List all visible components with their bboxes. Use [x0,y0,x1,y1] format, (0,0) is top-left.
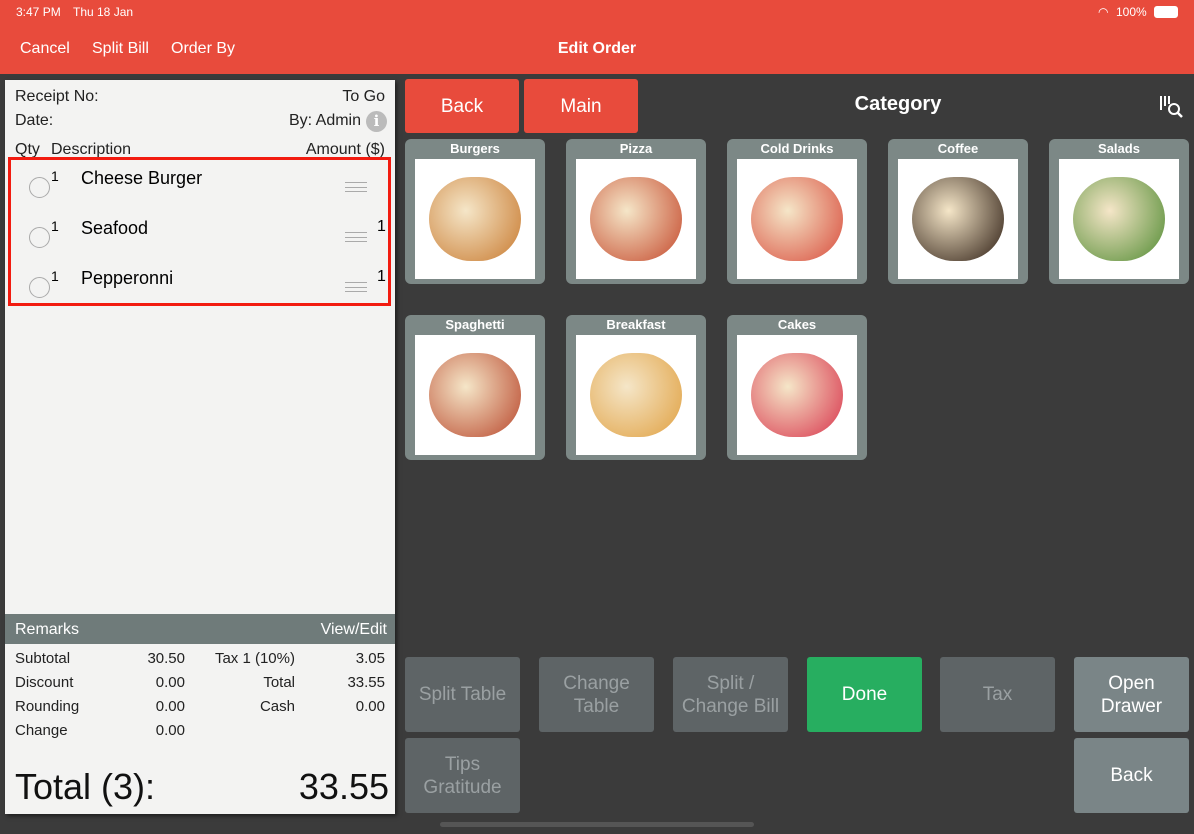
item-name: Seafood [81,218,149,238]
back-button[interactable]: Back [405,79,519,133]
category-name: Burgers [450,141,500,156]
tax-button[interactable]: Tax [940,657,1055,732]
receipt-panel: Receipt No: To Go Date: By: Admin i Qty … [5,80,395,814]
receipt-no-label: Receipt No: [15,88,99,105]
cash-value: 0.00 [355,698,385,715]
cash-label: Cash [259,698,295,715]
select-radio[interactable] [29,177,50,198]
category-image [415,335,535,455]
category-image [1059,159,1179,279]
category-tile[interactable]: Burgers [405,139,545,284]
category-tile[interactable]: Breakfast [566,315,706,460]
home-indicator [440,822,754,827]
date-label: Date: [15,112,54,129]
item-name: Pepperonni [81,268,174,288]
item-qty: 1 [51,218,59,234]
staff-name: By: Admin [288,112,361,129]
page-title: Edit Order [557,40,637,57]
subtotal-value: 30.50 [147,650,185,667]
item-name: Cheese Burger [81,168,203,188]
category-image [898,159,1018,279]
category-image [737,159,857,279]
status-date: Thu 18 Jan [73,5,134,19]
category-tile[interactable]: Pizza [566,139,706,284]
open-drawer-button[interactable]: Open Drawer [1074,657,1189,732]
change-table-button[interactable]: Change Table [539,657,654,732]
category-name: Breakfast [606,317,666,332]
order-items-highlight: 1 Cheese Burger 1 Seafood 1 1 Pepperonni 1 [8,157,391,306]
battery-level: 100% [1116,5,1147,19]
item-amount: 1 [377,268,386,285]
remarks-label: Remarks [15,621,80,638]
drag-handle-icon[interactable] [345,182,367,192]
drag-handle-icon[interactable] [345,282,367,292]
order-type: To Go [342,88,385,105]
total-value: 33.55 [347,674,385,691]
barcode-search-icon[interactable] [1158,94,1184,118]
item-qty: 1 [51,268,59,284]
bottom-back-button[interactable]: Back [1074,738,1189,813]
category-heading: Category [854,93,942,115]
category-name: Coffee [937,141,979,156]
category-name: Spaghetti [445,317,505,332]
category-tile[interactable]: Salads [1049,139,1189,284]
order-item[interactable]: 1 Cheese Burger [11,160,381,210]
category-name: Cakes [777,317,817,332]
category-tile[interactable]: Coffee [888,139,1028,284]
top-bar: 3:47 PM Thu 18 Jan ◠ 100% Cancel Split B… [0,0,1194,74]
info-icon[interactable]: i [366,111,387,132]
tax-label: Tax 1 (10%) [214,650,295,667]
category-image [415,159,535,279]
rounding-value: 0.00 [155,698,185,715]
grand-total-label: Total (3): [15,766,156,807]
category-image [737,335,857,455]
select-radio[interactable] [29,277,50,298]
order-item[interactable]: 1 Seafood 1 [11,210,386,260]
remarks-bar[interactable]: Remarks View/Edit [5,614,395,644]
item-amount: 1 [377,218,386,235]
tax-value: 3.05 [355,650,385,667]
main-button[interactable]: Main [524,79,638,133]
grand-total-value: 33.55 [298,766,389,807]
category-tile[interactable]: Cold Drinks [727,139,867,284]
view-edit-button[interactable]: View/Edit [321,621,387,639]
wifi-icon: ◠ [1098,5,1109,19]
change-label: Change [15,722,68,739]
split-change-bill-button[interactable]: Split / Change Bill [673,657,788,732]
category-image [576,335,696,455]
status-time: 3:47 PM [16,5,61,19]
discount-value: 0.00 [155,674,185,691]
category-name: Cold Drinks [760,141,834,156]
battery-icon [1154,6,1178,18]
category-name: Salads [1098,141,1140,156]
tips-gratitude-button[interactable]: Tips Gratitude [405,738,520,813]
category-name: Pizza [619,141,653,156]
discount-label: Discount [15,674,74,691]
change-value: 0.00 [155,722,185,739]
drag-handle-icon[interactable] [345,232,367,242]
select-radio[interactable] [29,227,50,248]
done-button[interactable]: Done [807,657,922,732]
category-image [576,159,696,279]
category-tile[interactable]: Spaghetti [405,315,545,460]
category-tile[interactable]: Cakes [727,315,867,460]
total-label: Total [263,674,295,691]
rounding-label: Rounding [15,698,80,715]
subtotal-label: Subtotal [15,650,71,667]
split-table-button[interactable]: Split Table [405,657,520,732]
order-item[interactable]: 1 Pepperonni 1 [11,260,386,310]
item-qty: 1 [51,168,59,184]
